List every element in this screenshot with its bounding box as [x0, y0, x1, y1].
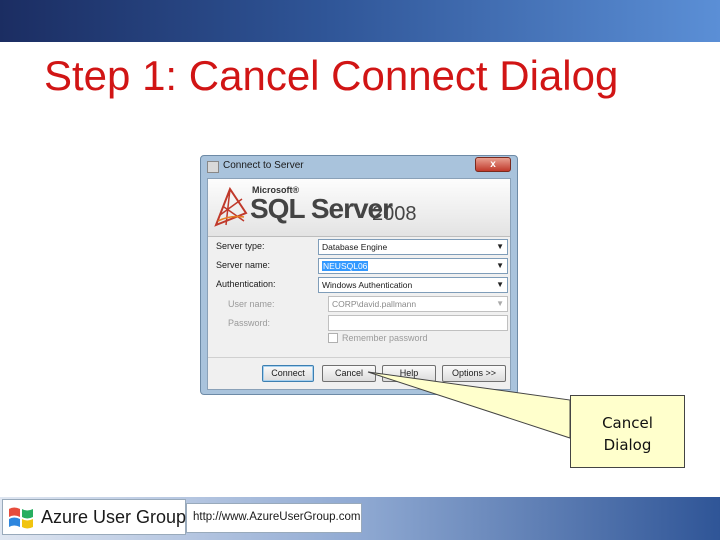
windows-flag-icon — [9, 507, 33, 529]
cancel-dialog-callout: Cancel Dialog — [570, 395, 685, 468]
callout-line-1: Cancel — [602, 414, 653, 432]
callout-text: Cancel Dialog — [571, 412, 684, 456]
azure-user-group-logo: Azure User Group — [2, 499, 186, 535]
footer-url-box: http://www.AzureUserGroup.com — [186, 503, 362, 533]
footer-brand-text: Azure User Group — [41, 507, 187, 527]
footer-url-link[interactable]: http://www.AzureUserGroup.com — [193, 511, 360, 523]
callout-line-2: Dialog — [603, 436, 652, 454]
